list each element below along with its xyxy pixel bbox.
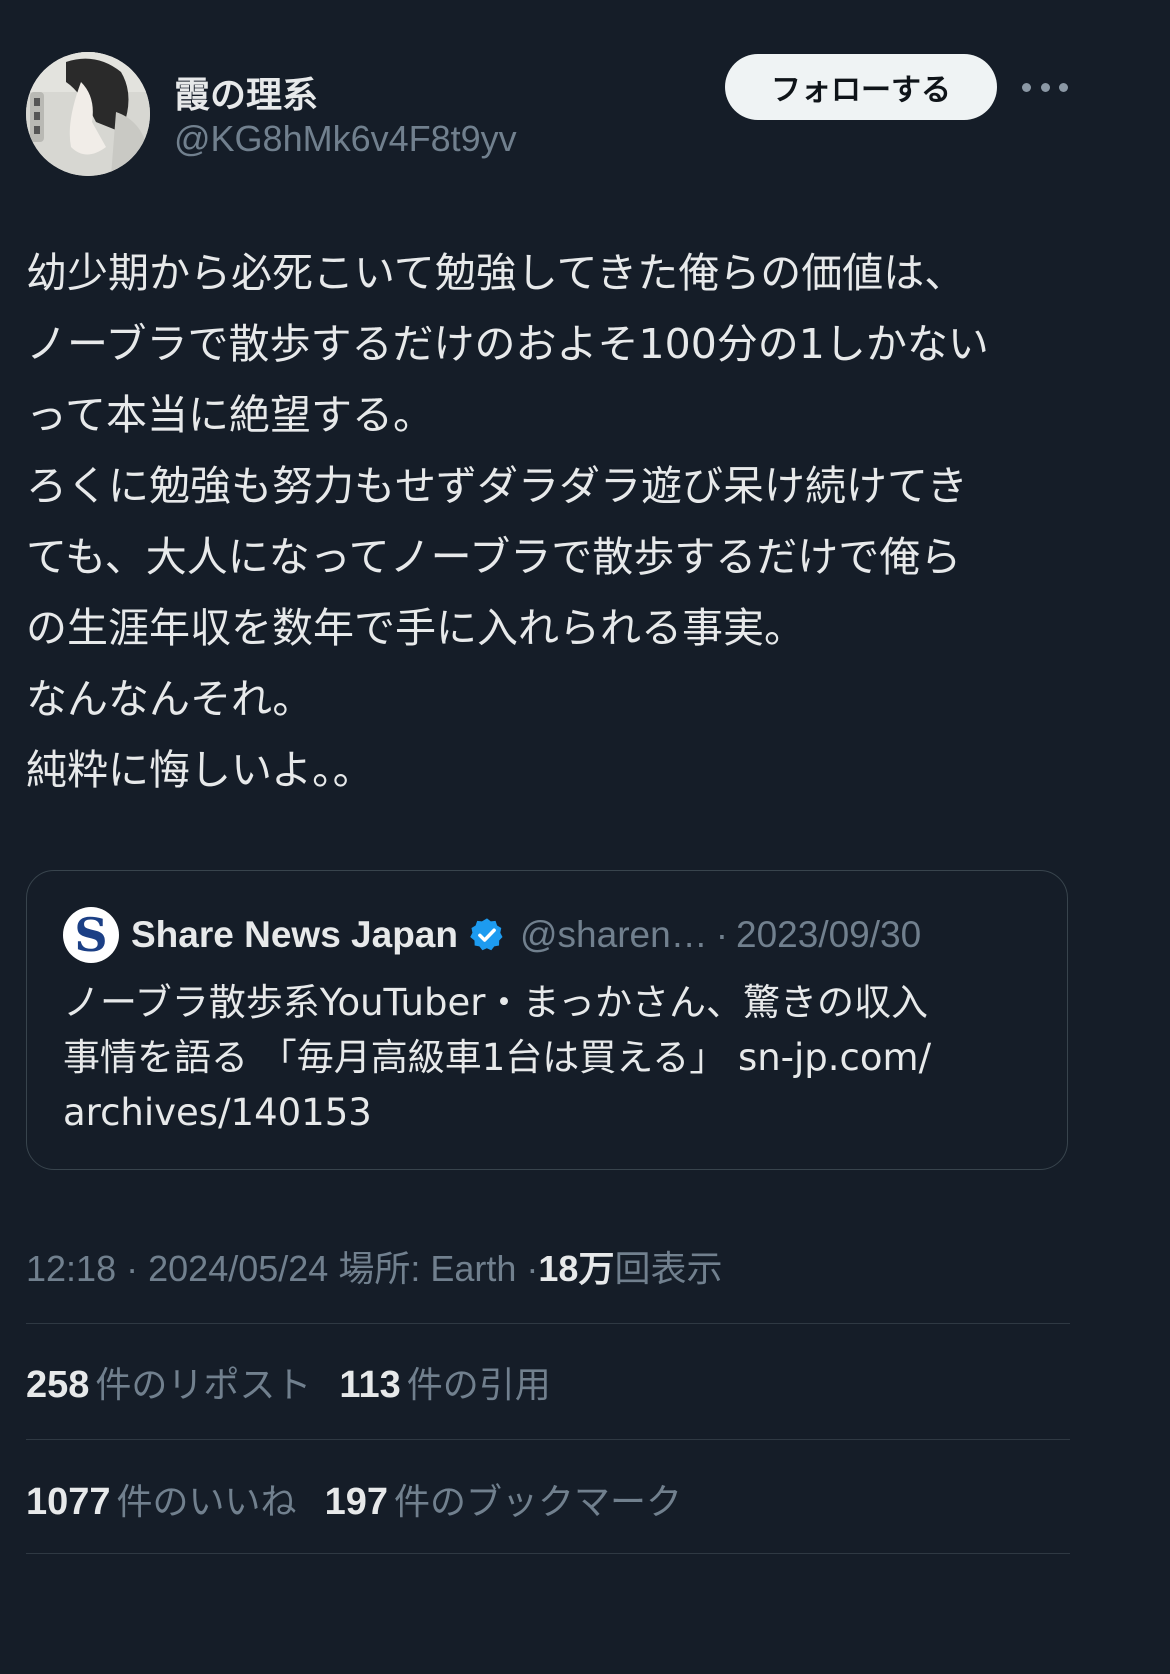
quotes-label: 件の引用 — [406, 1365, 551, 1406]
quoted-tweet-header: S Share News Japan @sharen… · 2023/09/30 — [63, 907, 921, 963]
reposts-label: 件のリポスト — [95, 1365, 312, 1406]
quoted-tweet-text: ノーブラ散歩系YouTuber・まっかさん、驚きの収入 事情を語る 「毎月高級車… — [63, 981, 932, 1134]
divider — [26, 1323, 1070, 1324]
quoted-author-handle[interactable]: @sharen… — [520, 914, 708, 956]
likes-count: 1077 — [26, 1481, 111, 1523]
likes-stat[interactable]: 1077 件のいいね — [26, 1473, 297, 1525]
reposts-stat[interactable]: 258 件のリポスト — [26, 1356, 311, 1408]
quoted-separator: · — [715, 914, 729, 955]
divider — [26, 1439, 1070, 1440]
quoted-avatar-logo: S — [74, 908, 108, 962]
quoted-author-name[interactable]: Share News Japan — [131, 914, 458, 956]
verified-badge-icon — [470, 918, 503, 951]
follow-button[interactable]: フォローする — [725, 54, 997, 120]
more-dot — [1040, 82, 1050, 92]
divider — [26, 1553, 1070, 1554]
quotes-count: 113 — [339, 1364, 401, 1406]
tweet-time[interactable]: 12:18 — [26, 1248, 116, 1289]
views-count: 18万 — [538, 1248, 615, 1289]
avatar-image — [26, 52, 150, 176]
quotes-stat[interactable]: 113 件の引用 — [339, 1356, 550, 1408]
more-horizontal-icon[interactable] — [1022, 70, 1068, 104]
tweet-text: 幼少期から必死こいて勉強してきた俺らの価値は、 ノーブラで散歩するだけのおよそ1… — [26, 249, 989, 794]
bookmarks-count: 197 — [324, 1481, 388, 1523]
meta-separator: · — [526, 1248, 539, 1289]
tweet-meta: 12:18 · 2024/05/24 場所: Earth ·18万回表示 — [26, 1240, 722, 1292]
likes-label: 件のいいね — [116, 1482, 297, 1523]
more-dot — [1022, 82, 1031, 92]
bookmarks-stat[interactable]: 197 件のブックマーク — [325, 1473, 682, 1525]
author-avatar[interactable] — [26, 52, 150, 176]
quoted-tweet-date[interactable]: 2023/09/30 — [736, 914, 921, 956]
bookmarks-label: 件のブックマーク — [393, 1482, 682, 1523]
reposts-count: 258 — [26, 1364, 90, 1406]
stats-row-1: 258 件のリポスト 113 件の引用 — [26, 1356, 579, 1408]
views-label: 回表示 — [614, 1248, 723, 1289]
more-dot — [1059, 82, 1068, 92]
stats-row-2: 1077 件のいいね 197 件のブックマーク — [26, 1473, 710, 1525]
author-handle[interactable]: @KG8hMk6v4F8t9yv — [174, 118, 517, 160]
tweet-date[interactable]: 2024/05/24 — [148, 1248, 328, 1289]
author-display-name[interactable]: 霞の理系 — [174, 66, 318, 118]
quoted-tweet-card[interactable]: S Share News Japan @sharen… · 2023/09/30… — [26, 870, 1068, 1170]
quoted-author-avatar[interactable]: S — [63, 907, 119, 963]
tweet-location: 場所: Earth — [338, 1248, 517, 1289]
meta-separator: · — [126, 1248, 139, 1289]
